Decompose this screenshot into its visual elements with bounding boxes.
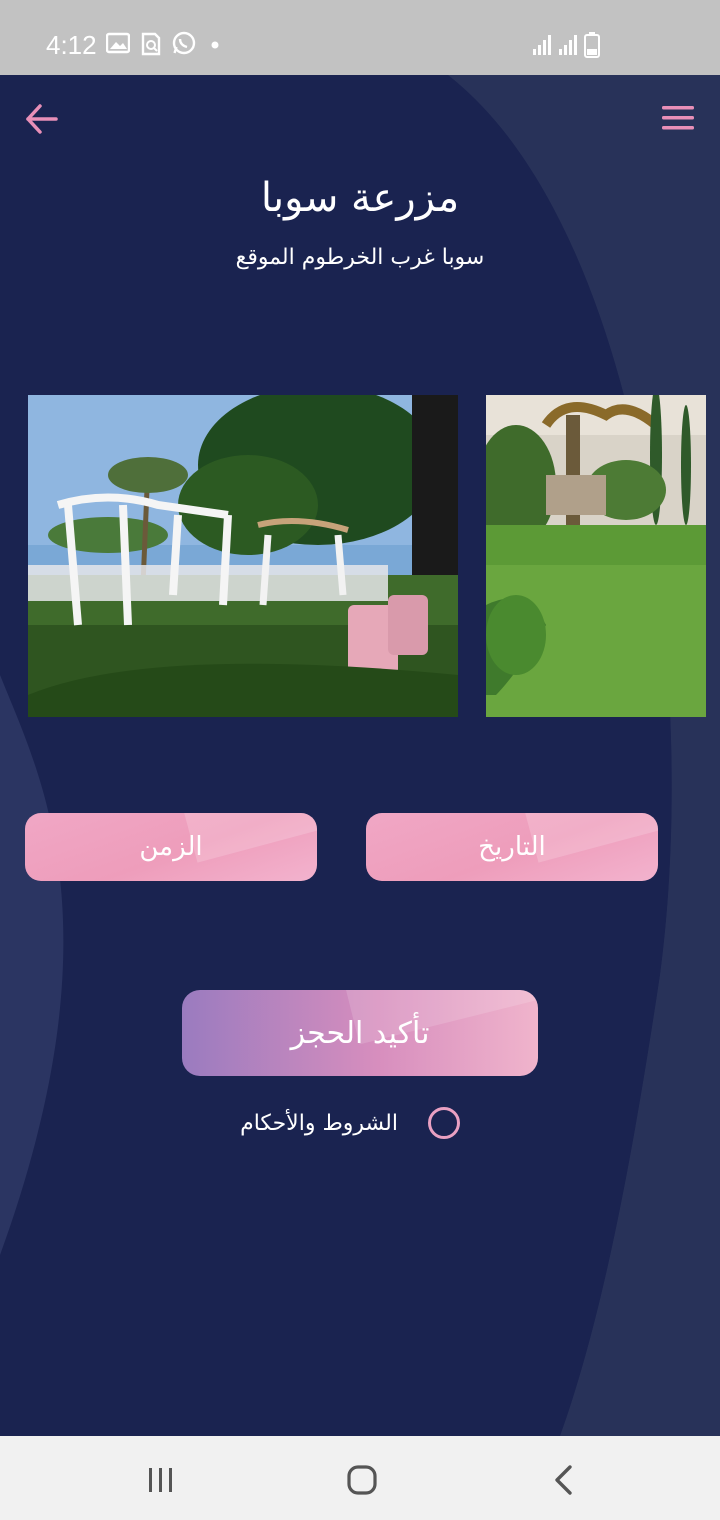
dot-icon <box>211 41 219 49</box>
search-doc-icon <box>141 32 161 56</box>
signal-icon <box>559 35 577 55</box>
hamburger-menu-icon[interactable] <box>656 101 700 135</box>
terms-label: الشروط والأحكام <box>240 1111 398 1136</box>
date-button-label: التاريخ <box>478 832 546 862</box>
status-bar: 4:12 <box>0 0 720 75</box>
back-icon[interactable] <box>550 1464 576 1496</box>
confirm-booking-label: تأكيد الحجز <box>290 1015 430 1051</box>
signal-icon <box>533 35 551 55</box>
status-time: 4:12 <box>46 30 97 60</box>
image-icon <box>106 32 130 54</box>
wedding-setup-photo[interactable] <box>28 395 458 717</box>
background-shape <box>0 75 720 1436</box>
terms-row[interactable]: الشروط والأحكام <box>0 1105 720 1145</box>
terms-radio-button[interactable] <box>428 1107 460 1139</box>
venue-title: مزرعة سوبا <box>260 175 460 221</box>
time-button-label: الزمن <box>139 832 203 862</box>
home-icon[interactable] <box>346 1464 378 1496</box>
venue-location: سوبا غرب الخرطوم الموقع <box>235 245 485 270</box>
back-arrow-icon[interactable] <box>22 99 62 139</box>
system-nav-bar <box>0 1436 720 1520</box>
date-button[interactable]: التاريخ <box>366 813 658 881</box>
whatsapp-icon <box>172 31 196 55</box>
time-button[interactable]: الزمن <box>25 813 317 881</box>
recent-apps-icon[interactable] <box>146 1466 176 1494</box>
garden-lawn-photo[interactable] <box>486 395 706 717</box>
app-screen: مزرعة سوبا سوبا غرب الخرطوم الموقع الزمن… <box>0 75 720 1436</box>
confirm-booking-button[interactable]: تأكيد الحجز <box>182 990 538 1076</box>
battery-icon <box>584 32 600 58</box>
